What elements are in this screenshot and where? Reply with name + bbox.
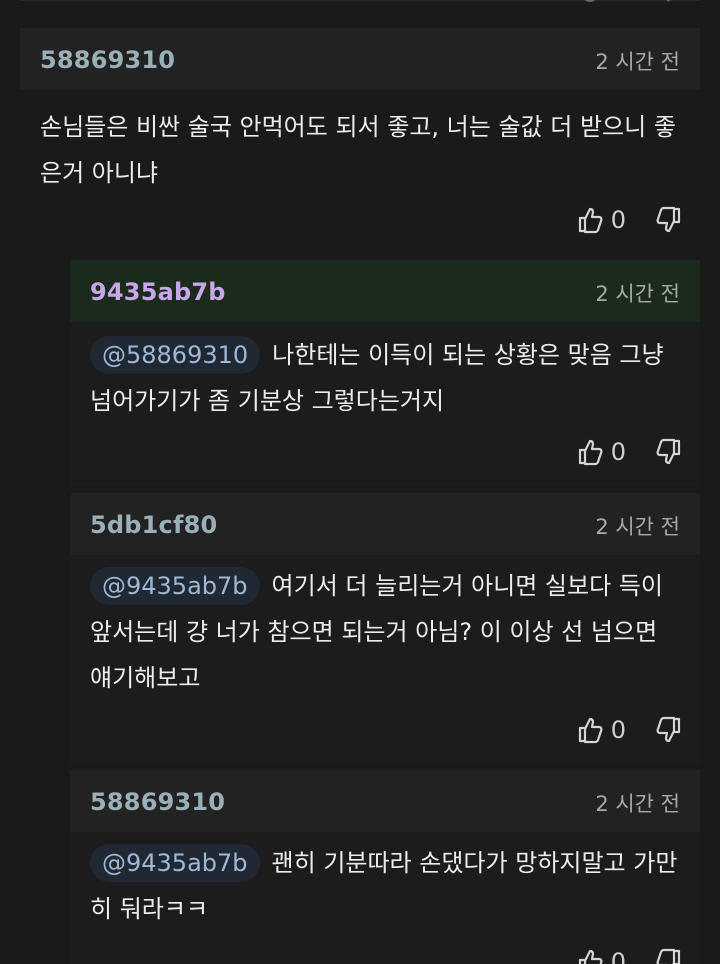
thumbs-up-icon [577, 948, 605, 964]
comment-actions: 0 [577, 944, 682, 964]
comment-header: 58869310 2 시간 전 [70, 770, 700, 832]
comment-body: @9435ab7b 괜히 기분따라 손댔다가 망하지말고 가만히 둬라ㅋㅋ 0 [70, 832, 700, 964]
comment-body: @9435ab7b 여기서 더 늘리는거 아니면 실보다 득이 앞서는데 걍 너가… [70, 555, 700, 765]
comment-time: 2 시간 전 [595, 515, 680, 539]
comment: 58869310 2 시간 전 손님들은 비싼 술국 안먹어도 되서 좋고, 너… [20, 28, 700, 254]
like-count: 0 [610, 948, 626, 964]
comment-author[interactable]: 58869310 [40, 46, 175, 74]
reply-comment: 58869310 2 시간 전 @9435ab7b 괜히 기분따라 손댔다가 망하… [70, 770, 700, 964]
divider [20, 0, 700, 1]
previous-comment-edge [0, 0, 720, 26]
mention-tag[interactable]: @9435ab7b [90, 567, 260, 605]
thumbs-down-icon[interactable] [654, 716, 682, 744]
comment-author[interactable]: 5db1cf80 [90, 511, 217, 539]
comment-text: @58869310 나한테는 이득이 되는 상황은 맞음 그냥 넘어가기가 좀 기… [90, 332, 682, 424]
like-button[interactable]: 0 [577, 948, 654, 964]
thumbs-up-icon [577, 716, 605, 744]
like-count: 0 [610, 716, 626, 744]
like-button[interactable]: 0 [577, 206, 654, 234]
comment-time: 2 시간 전 [595, 50, 680, 74]
comment-text: 손님들은 비싼 술국 안먹어도 되서 좋고, 너는 술값 더 받으니 좋은거 아… [40, 104, 682, 196]
comment-body: 손님들은 비싼 술국 안먹어도 되서 좋고, 너는 술값 더 받으니 좋은거 아… [20, 90, 700, 254]
like-count: 0 [610, 438, 626, 466]
comment-body: @58869310 나한테는 이득이 되는 상황은 맞음 그냥 넘어가기가 좀 기… [70, 322, 700, 486]
comment-actions: 0 [577, 202, 682, 238]
comment-text: @9435ab7b 괜히 기분따라 손댔다가 망하지말고 가만히 둬라ㅋㅋ [90, 840, 682, 932]
thumbs-up-icon [577, 206, 605, 234]
comment-time: 2 시간 전 [595, 282, 680, 306]
comment-header: 58869310 2 시간 전 [20, 28, 700, 90]
comment-time: 2 시간 전 [595, 792, 680, 816]
thumbs-up-icon [577, 438, 605, 466]
like-button[interactable]: 0 [577, 716, 654, 744]
comment-text-content: 손님들은 비싼 술국 안먹어도 되서 좋고, 너는 술값 더 받으니 좋은거 아… [40, 113, 676, 187]
thumbs-down-icon[interactable] [654, 206, 682, 234]
reply-comment: 9435ab7b 2 시간 전 @58869310 나한테는 이득이 되는 상황은… [70, 260, 700, 486]
comment-actions: 0 [577, 712, 682, 748]
comment-author[interactable]: 58869310 [90, 788, 225, 816]
thumbs-down-icon[interactable] [654, 948, 682, 964]
like-button[interactable]: 0 [577, 438, 654, 466]
mention-tag[interactable]: @58869310 [90, 336, 261, 374]
thumbs-down-icon[interactable] [654, 438, 682, 466]
mention-tag[interactable]: @9435ab7b [90, 844, 260, 882]
comment-text: @9435ab7b 여기서 더 늘리는거 아니면 실보다 득이 앞서는데 걍 너가… [90, 563, 682, 701]
comment-author[interactable]: 9435ab7b [90, 278, 226, 306]
reply-comment: 5db1cf80 2 시간 전 @9435ab7b 여기서 더 늘리는거 아니면 … [70, 493, 700, 765]
comment-actions: 0 [577, 434, 682, 470]
like-count: 0 [610, 206, 626, 234]
comment-header: 9435ab7b 2 시간 전 [70, 260, 700, 322]
comment-header: 5db1cf80 2 시간 전 [70, 493, 700, 555]
